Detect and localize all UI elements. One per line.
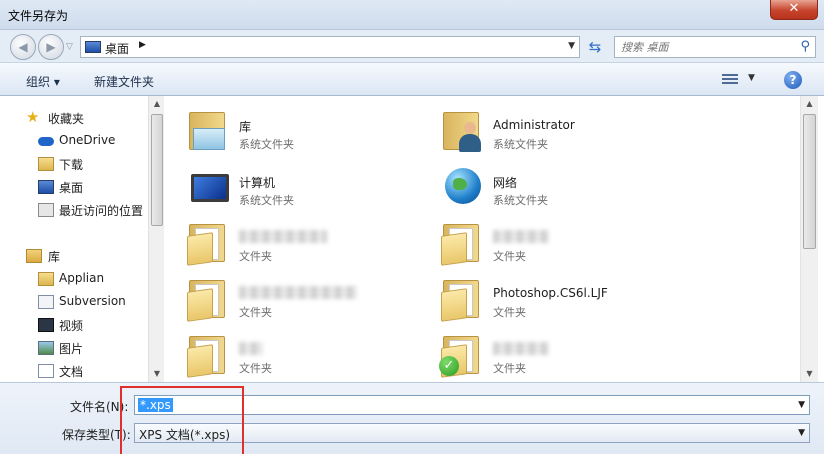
- list-item[interactable]: 文件夹: [419, 214, 659, 270]
- address-row: ◀ ▶ ▽ 桌面 ▶ ▼ ⇆ ⚲: [0, 30, 824, 62]
- view-options-icon[interactable]: [722, 72, 738, 86]
- forward-button[interactable]: ▶: [38, 34, 64, 60]
- computer-icon: [185, 164, 233, 210]
- document-library-icon: [38, 295, 54, 309]
- folder-icon: [38, 272, 54, 286]
- back-button[interactable]: ◀: [10, 34, 36, 60]
- list-item[interactable]: Administrator 系统文件夹: [419, 102, 659, 158]
- view-dropdown-icon[interactable]: ▼: [748, 73, 755, 83]
- list-item[interactable]: 文件夹: [165, 326, 405, 382]
- folder-icon: [185, 220, 233, 266]
- folder-icon: [439, 220, 487, 266]
- scroll-up-icon[interactable]: ▲: [801, 96, 818, 112]
- nav-desktop[interactable]: 桌面: [26, 177, 156, 197]
- blurred-name: [493, 230, 549, 243]
- nav-onedrive[interactable]: OneDrive: [26, 131, 156, 151]
- nav-libraries[interactable]: 库: [26, 246, 156, 266]
- recent-places-icon: [38, 203, 54, 217]
- nav-pictures[interactable]: 图片: [26, 338, 156, 358]
- document-icon: [38, 364, 54, 378]
- scroll-down-icon[interactable]: ▼: [149, 366, 165, 382]
- check-icon: ✓: [439, 356, 459, 376]
- list-item[interactable]: 库 系统文件夹: [165, 102, 405, 158]
- nav-scrollbar[interactable]: ▲ ▼: [148, 96, 164, 382]
- content-scroll-thumb[interactable]: [803, 114, 816, 249]
- highlight-box: [120, 386, 244, 454]
- star-icon: ★: [26, 108, 40, 126]
- list-item[interactable]: 文件夹: [165, 270, 405, 326]
- help-icon[interactable]: ?: [784, 71, 802, 89]
- cloud-icon: [38, 137, 54, 146]
- close-button[interactable]: ✕: [770, 0, 818, 20]
- scroll-up-icon[interactable]: ▲: [149, 96, 165, 112]
- breadcrumb-arrow-icon[interactable]: ▶: [139, 40, 146, 50]
- blurred-name: [239, 286, 357, 299]
- downloads-folder-icon: [38, 157, 54, 171]
- library-icon: [185, 108, 233, 154]
- nav-subversion[interactable]: Subversion: [26, 292, 156, 312]
- search-icon[interactable]: ⚲: [800, 39, 810, 54]
- command-bar: 组织 ▾ 新建文件夹 ▼ ?: [0, 62, 824, 96]
- address-bar[interactable]: 桌面 ▶ ▼: [80, 36, 580, 58]
- blurred-name: [239, 230, 327, 243]
- library-icon: [26, 249, 42, 263]
- filetype-dropdown-icon[interactable]: ▼: [798, 428, 805, 438]
- filename-dropdown-icon[interactable]: ▼: [798, 400, 805, 410]
- address-dropdown-icon[interactable]: ▼: [568, 41, 575, 51]
- network-icon: [439, 164, 487, 210]
- nav-recent-places[interactable]: 最近访问的位置: [26, 200, 156, 220]
- nav-downloads[interactable]: 下载: [26, 154, 156, 174]
- nav-documents[interactable]: 文档: [26, 361, 156, 381]
- nav-videos[interactable]: 视频: [26, 315, 156, 335]
- nav-applian[interactable]: Applian: [26, 269, 156, 289]
- refresh-icon[interactable]: ⇆: [584, 36, 606, 58]
- list-item[interactable]: 计算机 系统文件夹: [165, 158, 405, 214]
- scroll-down-icon[interactable]: ▼: [801, 366, 818, 382]
- synced-folder-icon: ✓: [439, 332, 487, 378]
- window-title: 文件另存为: [8, 9, 69, 23]
- list-item[interactable]: ✓ 文件夹: [419, 326, 659, 382]
- blurred-name: [239, 342, 263, 355]
- user-folder-icon: [439, 108, 487, 154]
- desktop-icon: [85, 41, 101, 53]
- picture-icon: [38, 341, 54, 355]
- list-item[interactable]: Photoshop.CS6l.LJF 文件夹: [419, 270, 659, 326]
- folder-icon: [185, 276, 233, 322]
- folder-icon: [439, 276, 487, 322]
- search-box[interactable]: ⚲: [614, 36, 816, 58]
- nav-favorites[interactable]: ★ 收藏夹: [26, 108, 156, 128]
- file-list: 库 系统文件夹 Administrator 系统文件夹 计算机 系统文件夹 网络…: [165, 96, 824, 382]
- title-bar: 文件另存为 ✕: [0, 0, 824, 30]
- new-folder-button[interactable]: 新建文件夹: [94, 73, 154, 90]
- search-input[interactable]: [621, 39, 791, 55]
- list-item[interactable]: 文件夹: [165, 214, 405, 270]
- video-icon: [38, 318, 54, 332]
- breadcrumb-desktop[interactable]: 桌面: [105, 40, 129, 57]
- content-scrollbar[interactable]: ▲ ▼: [800, 96, 818, 382]
- history-dropdown-icon[interactable]: ▽: [66, 42, 73, 52]
- list-item[interactable]: 网络 系统文件夹: [419, 158, 659, 214]
- folder-icon: [185, 332, 233, 378]
- desktop-icon: [38, 180, 54, 194]
- navigation-pane: ★ 收藏夹 OneDrive 下载 桌面 最近访问的位置 库 Applian S…: [0, 96, 164, 382]
- nav-scroll-thumb[interactable]: [151, 114, 163, 226]
- blurred-name: [493, 342, 549, 355]
- organize-button[interactable]: 组织 ▾: [26, 73, 60, 90]
